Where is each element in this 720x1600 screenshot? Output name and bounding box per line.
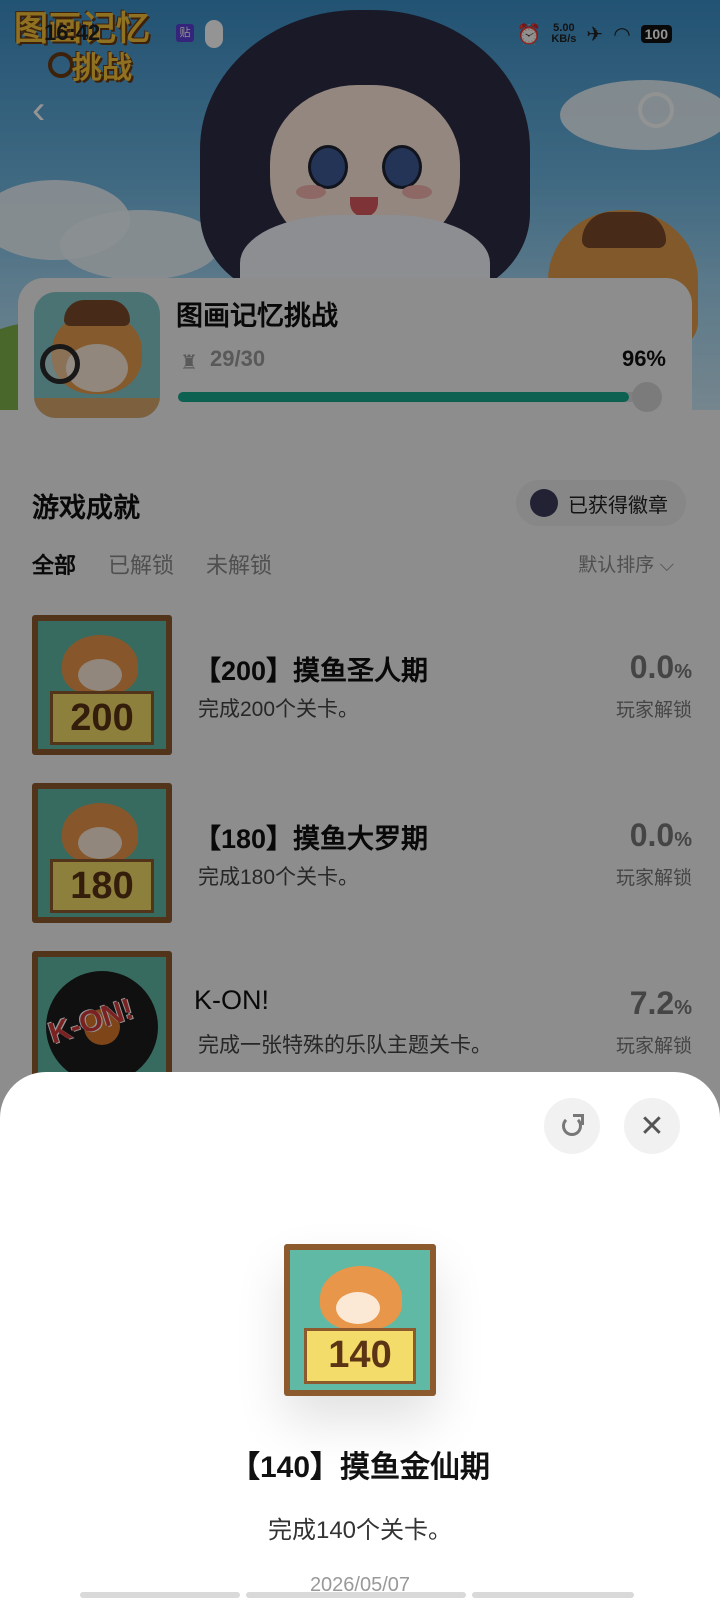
page-indicator-segment — [472, 1592, 634, 1598]
page-indicator-segment — [80, 1592, 240, 1598]
close-button[interactable]: ✕ — [624, 1098, 680, 1154]
badge-number: 140 — [304, 1328, 416, 1384]
sheet-desc: 完成140个关卡。 — [267, 1517, 453, 1544]
share-button[interactable] — [544, 1098, 600, 1154]
achievement-detail-sheet: ✕ 140 【140】摸鱼金仙期 完成140个关卡。 2026/05/07 — [0, 1072, 720, 1600]
share-icon — [562, 1114, 584, 1136]
dog-face — [336, 1292, 380, 1324]
close-icon: ✕ — [639, 1109, 665, 1143]
sheet-badge: 140 — [284, 1244, 436, 1396]
badge-background: 140 — [290, 1250, 430, 1390]
page-indicator — [80, 1592, 640, 1598]
page-indicator-segment — [246, 1592, 466, 1598]
sheet-title: 【140】摸鱼金仙期 — [229, 1451, 491, 1484]
